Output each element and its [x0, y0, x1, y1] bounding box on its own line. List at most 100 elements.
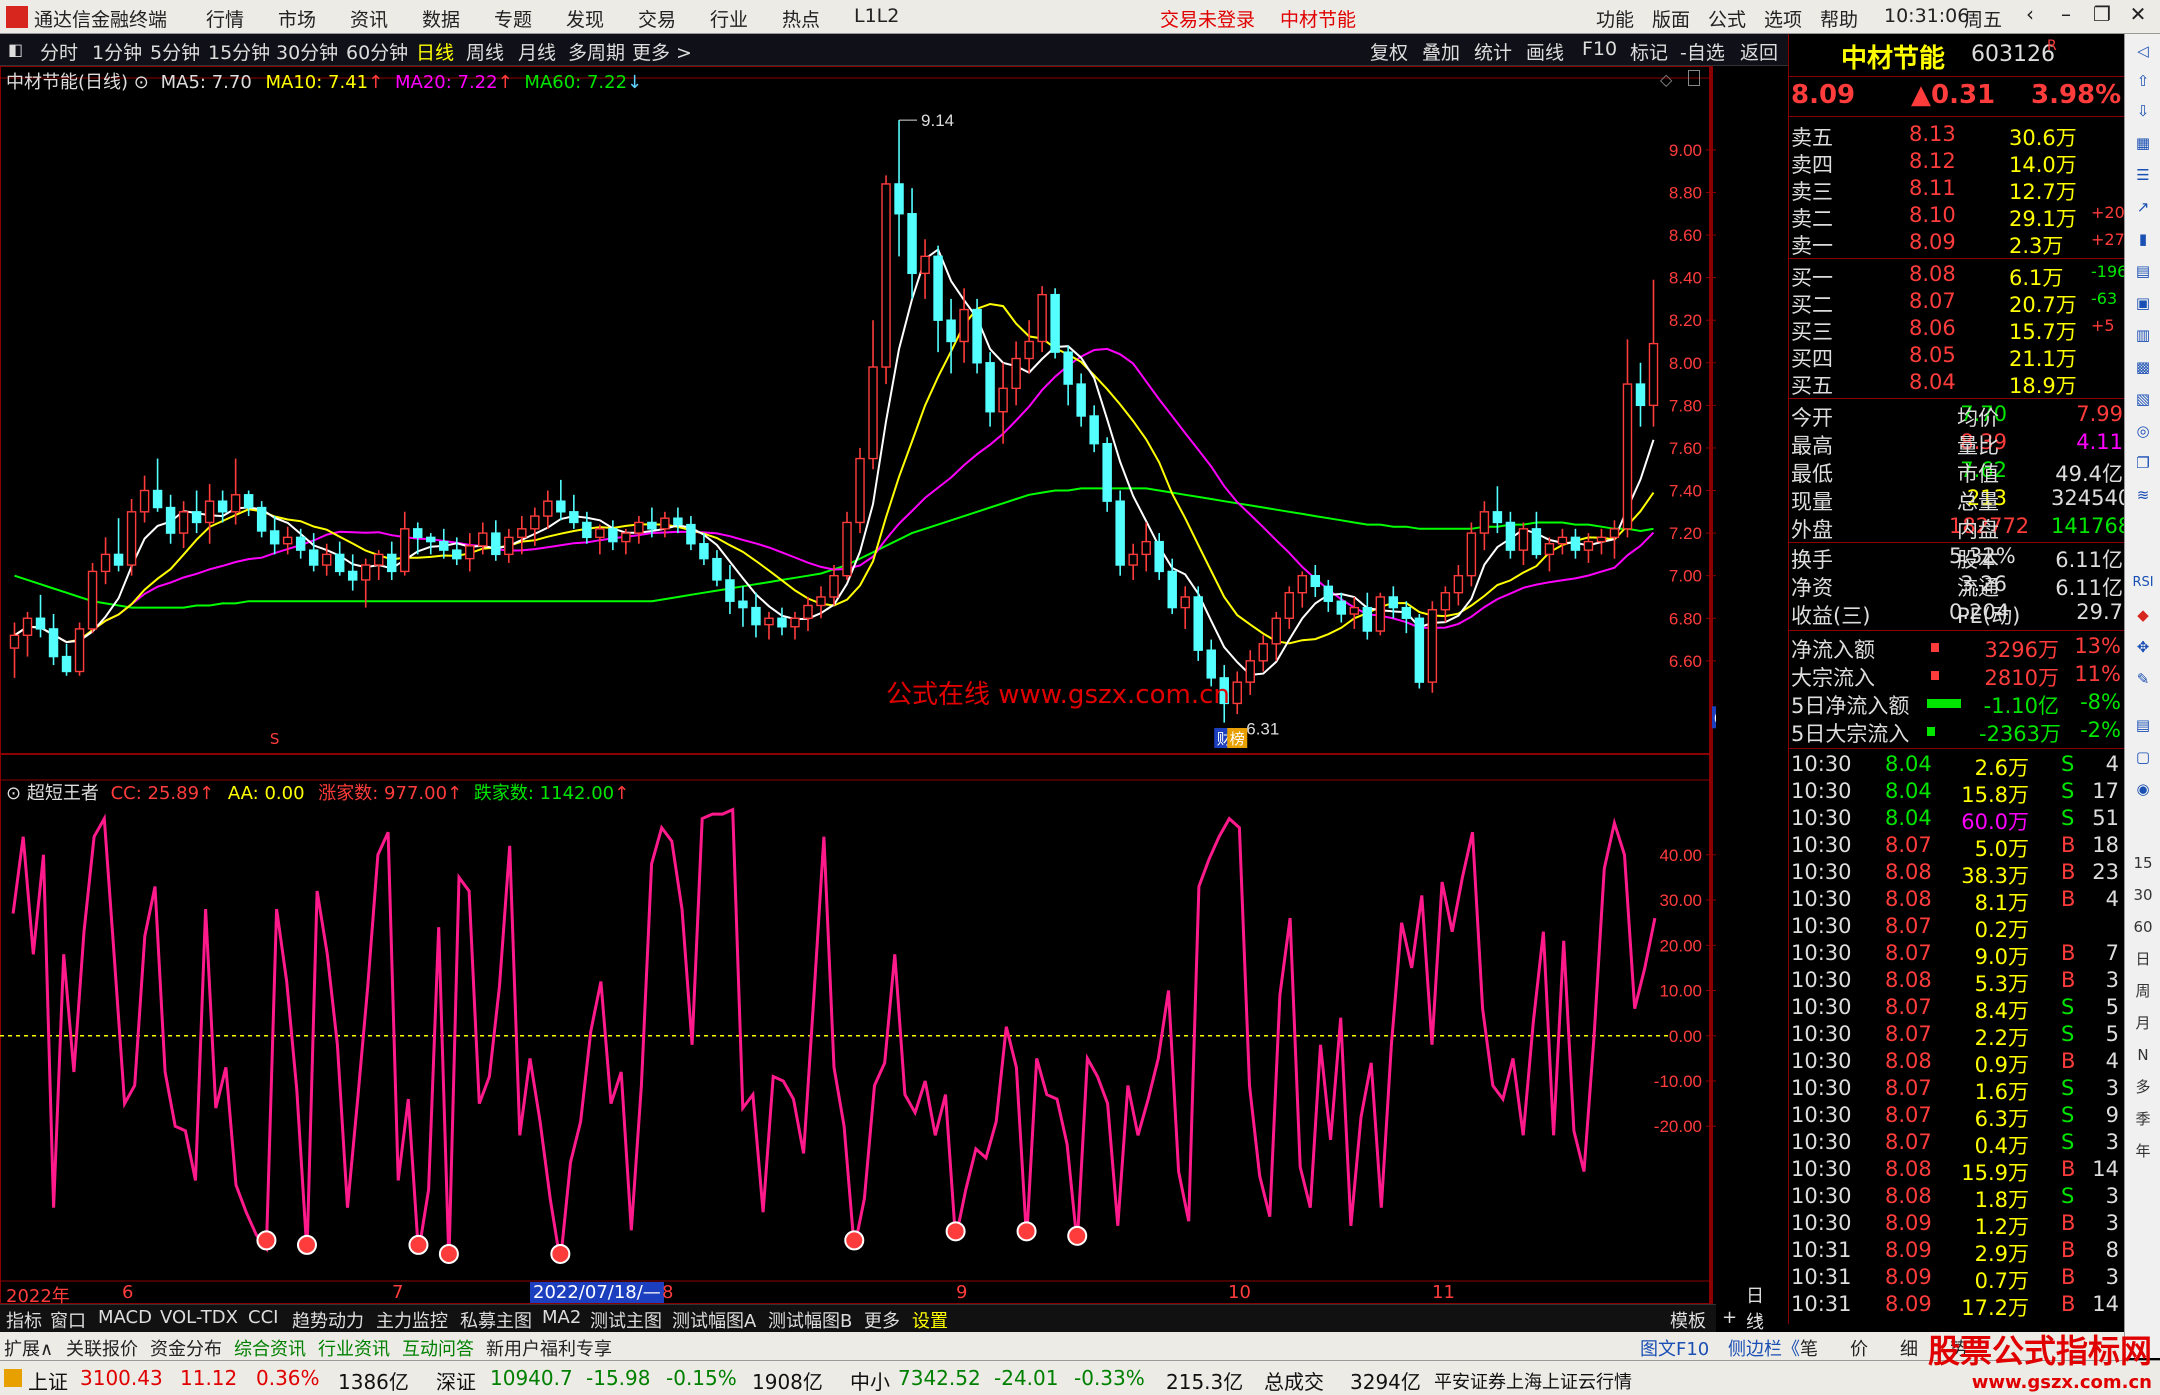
tool-f10[interactable]: F10: [1582, 38, 1617, 60]
tab-plus[interactable]: +: [1722, 1307, 1737, 1328]
menu-redian[interactable]: 热点: [782, 5, 820, 32]
tab-gengduo[interactable]: 更多: [864, 1307, 900, 1333]
tool-biaoji[interactable]: 标记: [1630, 38, 1668, 65]
menu-jiaoyi[interactable]: 交易: [638, 5, 676, 32]
window-toggle-icon[interactable]: [1688, 70, 1700, 86]
side-down-icon[interactable]: ⇩: [2131, 100, 2155, 122]
kline-chart-svg[interactable]: 9.146.31S 财榜 9.008.808.608.408.208.007.80…: [0, 66, 1716, 1310]
tab-zhuli[interactable]: 主力监控: [376, 1307, 448, 1333]
period-monthly[interactable]: 月线: [518, 38, 556, 65]
sh-label[interactable]: 上证: [28, 1366, 68, 1395]
side-multi[interactable]: 多: [2131, 1076, 2155, 1098]
side-week[interactable]: 周: [2131, 980, 2155, 1002]
side-30[interactable]: 30: [2131, 884, 2155, 906]
side-month[interactable]: 月: [2131, 1012, 2155, 1034]
side-news-icon[interactable]: ▥: [2131, 324, 2155, 346]
menu-xuanxiang[interactable]: 选项: [1764, 5, 1802, 32]
side-60[interactable]: 60: [2131, 916, 2155, 938]
side-circle-icon[interactable]: ◎: [2131, 420, 2155, 442]
tab-hudong[interactable]: 互动问答: [402, 1335, 474, 1361]
side-grid-icon[interactable]: ▩: [2131, 356, 2155, 378]
tab-qushi[interactable]: 趋势动力: [292, 1307, 364, 1333]
close-icon[interactable]: ✕: [2122, 2, 2154, 30]
tab-cebianlan[interactable]: 侧边栏《: [1728, 1335, 1800, 1361]
menu-bangzhu[interactable]: 帮助: [1820, 5, 1858, 32]
panel-toggle-icon[interactable]: ◧: [8, 40, 23, 59]
side-move-icon[interactable]: ✥: [2131, 636, 2155, 658]
menu-faxian[interactable]: 发现: [566, 5, 604, 32]
tab-zonghe[interactable]: 综合资讯: [234, 1335, 306, 1361]
period-30min[interactable]: 30分钟: [276, 38, 338, 65]
menu-zhuanti[interactable]: 专题: [494, 5, 532, 32]
stock-link[interactable]: 中材节能: [1280, 5, 1356, 32]
tab-zijin[interactable]: 资金分布: [150, 1335, 222, 1361]
tab-xinyonghu[interactable]: 新用户福利专享: [486, 1335, 612, 1361]
side-season[interactable]: 季: [2131, 1108, 2155, 1130]
tool-zixuan[interactable]: -自选: [1680, 38, 1725, 65]
menu-zixun[interactable]: 资讯: [350, 5, 388, 32]
tab-cci[interactable]: CCI: [248, 1307, 278, 1328]
period-1min[interactable]: 1分钟: [92, 38, 142, 65]
side-box-icon[interactable]: ▢: [2131, 746, 2155, 768]
chart-area[interactable]: 9.14 6.31 S 财榜 9.00 8.80 8.60 8.40 8.20 8.00 7.80…: [0, 66, 1764, 1333]
side-wave-icon[interactable]: ≋: [2131, 484, 2155, 506]
side-collapse-icon[interactable]: ◁: [2131, 40, 2155, 62]
side-trend-icon[interactable]: ↗: [2131, 196, 2155, 218]
menu-shuju[interactable]: 数据: [422, 5, 460, 32]
tab-ceshi-b[interactable]: 测试幅图B: [768, 1307, 852, 1333]
tool-fanhui[interactable]: 返回: [1740, 38, 1778, 65]
tab-minus[interactable]: -: [1756, 1307, 1763, 1328]
tab-hangye[interactable]: 行业资讯: [318, 1335, 390, 1361]
tab-zhibiao[interactable]: 指标: [6, 1307, 42, 1333]
tool-diejia[interactable]: 叠加: [1422, 38, 1460, 65]
side-n[interactable]: N: [2131, 1044, 2155, 1066]
tool-tongji[interactable]: 统计: [1474, 38, 1512, 65]
side-kline-icon[interactable]: ▮: [2131, 228, 2155, 250]
settings-icon[interactable]: ⊙: [134, 72, 149, 93]
side-pen-icon[interactable]: ✎: [2131, 668, 2155, 690]
tab-bi[interactable]: 笔: [1800, 1335, 1818, 1361]
side-red-icon[interactable]: ◆: [2131, 604, 2155, 626]
tab-guanlian[interactable]: 关联报价: [66, 1335, 138, 1361]
side-table-icon[interactable]: ▤: [2131, 260, 2155, 282]
menu-hangqing[interactable]: 行情: [206, 5, 244, 32]
sz-label[interactable]: 深证: [436, 1366, 476, 1395]
period-15min[interactable]: 15分钟: [208, 38, 270, 65]
tab-ma2[interactable]: MA2: [542, 1307, 581, 1328]
tab-ceshi-a[interactable]: 测试幅图A: [672, 1307, 756, 1333]
tab-kuozhan[interactable]: 扩展∧: [4, 1335, 53, 1361]
menu-hangye[interactable]: 行业: [710, 5, 748, 32]
tool-huaxian[interactable]: 画线: [1526, 38, 1564, 65]
period-daily[interactable]: 日线: [416, 38, 454, 65]
tab-simu[interactable]: 私募主图: [460, 1307, 532, 1333]
period-multi[interactable]: 多周期: [568, 38, 625, 65]
back-icon[interactable]: ‹: [2014, 2, 2046, 30]
side-rsi-label[interactable]: RSI: [2131, 572, 2155, 594]
tab-tuwen-f10[interactable]: 图文F10: [1640, 1335, 1709, 1361]
server-message[interactable]: 平安证券上海上证云行情: [1434, 1368, 1632, 1394]
tab-chuangkou[interactable]: 窗口: [50, 1307, 86, 1333]
tab-muban[interactable]: 模板: [1670, 1307, 1706, 1333]
period-weekly[interactable]: 周线: [466, 38, 504, 65]
side-copy-icon[interactable]: ❐: [2131, 452, 2155, 474]
tab-shezhi[interactable]: 设置: [912, 1307, 948, 1333]
side-15[interactable]: 15: [2131, 852, 2155, 874]
restore-icon[interactable]: ❐: [2086, 2, 2118, 30]
period-60min[interactable]: 60分钟: [346, 38, 408, 65]
tab-jia[interactable]: 价: [1850, 1335, 1868, 1361]
side-day[interactable]: 日: [2131, 948, 2155, 970]
side-chart-icon[interactable]: ▦: [2131, 132, 2155, 154]
side-year[interactable]: 年: [2131, 1140, 2155, 1162]
minimize-icon[interactable]: –: [2050, 2, 2082, 30]
indicator-toggle-icon[interactable]: ⊙: [6, 783, 21, 804]
side-list-icon[interactable]: ☰: [2131, 164, 2155, 186]
tool-fuquan[interactable]: 复权: [1370, 38, 1408, 65]
zx-label[interactable]: 中小: [850, 1366, 890, 1395]
period-fenshi[interactable]: 分时: [40, 38, 78, 65]
side-page-icon[interactable]: ▤: [2131, 714, 2155, 736]
menu-l1l2[interactable]: L1L2: [854, 5, 899, 27]
login-warning[interactable]: 交易未登录: [1160, 5, 1255, 32]
tab-ceshi-zhu[interactable]: 测试主图: [590, 1307, 662, 1333]
side-dot-icon[interactable]: ◉: [2131, 778, 2155, 800]
diamond-icon[interactable]: ◇: [1660, 70, 1672, 89]
